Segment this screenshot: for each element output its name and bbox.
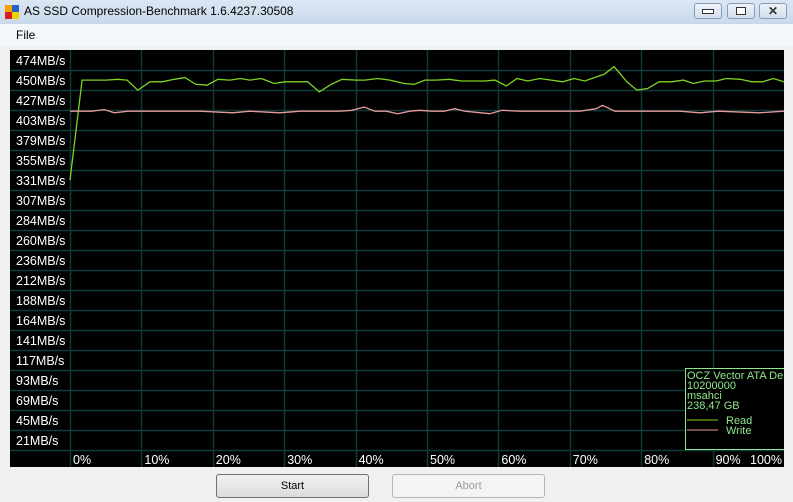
menu-bar: File [0,24,793,46]
close-icon: ✕ [767,4,779,18]
x-tick-label: 30% [287,453,312,467]
abort-button[interactable]: Abort [392,474,545,498]
y-tick-label: 355MB/s [16,154,65,168]
y-tick-label: 284MB/s [16,214,65,228]
maximize-icon [736,7,746,15]
minimize-icon [702,8,714,14]
app-icon [5,5,19,19]
x-tick-label: 70% [573,453,598,467]
x-tick-label: 40% [359,453,384,467]
y-tick-label: 21MB/s [16,434,58,448]
y-tick-label: 450MB/s [16,74,65,88]
y-tick-label: 236MB/s [16,254,65,268]
window-title: AS SSD Compression-Benchmark 1.6.4237.30… [24,4,294,18]
y-tick-label: 69MB/s [16,394,58,408]
maximize-button[interactable] [727,3,755,19]
y-tick-label: 164MB/s [16,314,65,328]
y-tick-label: 212MB/s [16,274,65,288]
close-button[interactable]: ✕ [759,3,787,19]
y-tick-label: 379MB/s [16,134,65,148]
x-tick-label: 80% [644,453,669,467]
legend-size: 238,47 GB [687,400,740,412]
y-tick-label: 331MB/s [16,174,65,188]
y-tick-label: 307MB/s [16,194,65,208]
start-button[interactable]: Start [216,474,369,498]
y-tick-label: 188MB/s [16,294,65,308]
x-tick-label: 100% [750,453,782,467]
x-tick-label: 50% [430,453,455,467]
x-tick-label: 10% [144,453,169,467]
chart-svg: 474MB/s 450MB/s 427MB/s 403MB/s 379MB/s 355MB… [10,50,784,467]
title-bar: AS SSD Compression-Benchmark 1.6.4237.30… [0,0,793,24]
x-tick-label: 60% [501,453,526,467]
menu-file[interactable]: File [16,28,35,42]
x-tick-label: 90% [716,453,741,467]
minimize-button[interactable] [694,3,722,19]
y-tick-label: 474MB/s [16,54,65,68]
y-tick-label: 260MB/s [16,234,65,248]
x-tick-label: 0% [73,453,91,467]
y-tick-label: 403MB/s [16,114,65,128]
x-tick-label: 20% [216,453,241,467]
legend-label-write: Write [726,425,751,437]
benchmark-chart: 474MB/s 450MB/s 427MB/s 403MB/s 379MB/s 355MB… [10,50,784,467]
y-tick-label: 427MB/s [16,94,65,108]
y-tick-label: 117MB/s [16,354,64,368]
y-tick-label: 93MB/s [16,374,58,388]
y-tick-label: 141MB/s [16,334,65,348]
y-tick-label: 45MB/s [16,414,58,428]
